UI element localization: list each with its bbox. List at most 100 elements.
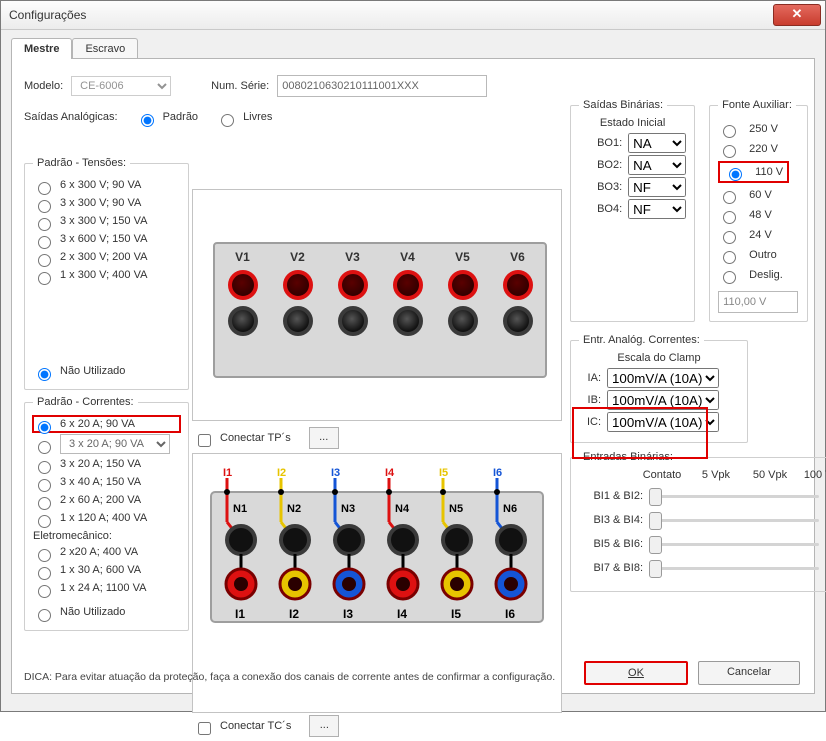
bo-row-3: BO4:NF: [579, 199, 686, 219]
radio-tensoes-nao-input[interactable]: [38, 368, 51, 381]
v-term-blk-3: [393, 306, 423, 336]
radio-correntes-4[interactable]: 2 x 60 A; 200 VA: [33, 492, 180, 508]
fonte-opt-3[interactable]: 60 V: [718, 187, 799, 203]
radio-correntes-5[interactable]: 1 x 120 A; 400 VA: [33, 510, 180, 526]
radio-correntes-2[interactable]: 3 x 20 A; 150 VA: [33, 456, 180, 472]
radio-em-0-input[interactable]: [38, 549, 51, 562]
tab-mestre[interactable]: Mestre: [11, 38, 72, 59]
v-label-0: V1: [235, 250, 250, 264]
radio-tensoes-0[interactable]: 6 x 300 V; 90 VA: [33, 177, 180, 193]
label-saidas-analogicas: Saídas Analógicas:: [24, 111, 118, 123]
radio-tensoes-nao[interactable]: Não Utilizado: [33, 363, 180, 379]
bin-row-label-3: BI7 & BI8:: [579, 562, 643, 574]
radio-em-1[interactable]: 1 x 30 A; 600 VA: [33, 562, 180, 578]
right-column: Saídas Binárias: Estado Inicial BO1:NABO…: [570, 93, 808, 598]
radio-livres-wrapper[interactable]: Livres: [216, 109, 272, 125]
radio-tensoes-3-input[interactable]: [38, 236, 51, 249]
svg-text:I2: I2: [277, 467, 286, 479]
v-term-blk-2: [338, 306, 368, 336]
config-window: Configurações ✕ Mestre Escravo Modelo: C…: [0, 0, 826, 712]
close-button[interactable]: ✕: [773, 4, 821, 26]
select-modelo[interactable]: CE-6006: [71, 76, 171, 96]
radio-tensoes-3[interactable]: 3 x 600 V; 150 VA: [33, 231, 180, 247]
bin-slider-0[interactable]: [649, 487, 819, 505]
radio-correntes-5-input[interactable]: [38, 515, 51, 528]
fonte-radio-6[interactable]: [723, 251, 736, 264]
fonte-radio-0[interactable]: [723, 125, 736, 138]
left-column: Padrão - Tensões: 6 x 300 V; 90 VA3 x 30…: [24, 151, 189, 637]
fonte-opt-2[interactable]: 110 V: [718, 161, 799, 183]
bin-slider-3[interactable]: [649, 559, 819, 577]
radio-correntes-3[interactable]: 3 x 40 A; 150 VA: [33, 474, 180, 490]
fonte-opt-4[interactable]: 48 V: [718, 207, 799, 223]
fonte-opt-0[interactable]: 250 V: [718, 121, 799, 137]
radio-padrao-wrapper[interactable]: Padrão: [136, 109, 198, 125]
bo-select-3[interactable]: NF: [628, 199, 686, 219]
input-fonte-value[interactable]: [718, 291, 798, 313]
bin-col-1: 5 Vpk: [693, 469, 739, 481]
radio-em-1-input[interactable]: [38, 567, 51, 580]
fonte-opt-1[interactable]: 220 V: [718, 141, 799, 157]
ok-button[interactable]: OK: [584, 661, 688, 685]
radio-padrao[interactable]: [141, 114, 154, 127]
fonte-opt-5[interactable]: 24 V: [718, 227, 799, 243]
radio-tensoes-1-input[interactable]: [38, 200, 51, 213]
select-correntes-1[interactable]: 3 x 20 A; 90 VA: [60, 434, 170, 454]
checkbox-conectar-tp[interactable]: [198, 434, 211, 447]
radio-correntes-1-input[interactable]: [38, 441, 51, 454]
bin-slider-1[interactable]: [649, 511, 819, 529]
bin-col-2: 50 Vpk: [747, 469, 793, 481]
radio-tensoes-0-input[interactable]: [38, 182, 51, 195]
svg-text:I2: I2: [289, 607, 299, 621]
radio-correntes-nao-input[interactable]: [38, 609, 51, 622]
radio-correntes-3-input[interactable]: [38, 479, 51, 492]
svg-text:I3: I3: [343, 607, 353, 621]
v-label-3: V4: [400, 250, 415, 264]
v-term-blk-4: [448, 306, 478, 336]
bo-select-0[interactable]: NA: [628, 133, 686, 153]
radio-tensoes-2-input[interactable]: [38, 218, 51, 231]
radio-em-0[interactable]: 2 x20 A; 400 VA: [33, 544, 180, 560]
label-modelo: Modelo:: [24, 80, 63, 92]
fonte-opt-7[interactable]: Deslig.: [718, 267, 799, 283]
radio-correntes-2-input[interactable]: [38, 461, 51, 474]
v-term-red-5: [503, 270, 533, 300]
label-conectar-tp: Conectar TP´s: [220, 432, 291, 444]
svg-text:I5: I5: [451, 607, 461, 621]
radio-em-2[interactable]: 1 x 24 A; 1100 VA: [33, 580, 180, 596]
v-term-blk-5: [503, 306, 533, 336]
bin-slider-2[interactable]: [649, 535, 819, 553]
radio-livres[interactable]: [221, 114, 234, 127]
radio-tensoes-4[interactable]: 2 x 300 V; 200 VA: [33, 249, 180, 265]
fonte-radio-2[interactable]: [729, 168, 742, 181]
radio-correntes-nao[interactable]: Não Utilizado: [33, 604, 180, 620]
radio-tensoes-2[interactable]: 3 x 300 V; 150 VA: [33, 213, 180, 229]
cancel-button[interactable]: Cancelar: [698, 661, 800, 685]
label-conectar-tc: Conectar TC´s: [220, 720, 291, 732]
input-num-serie[interactable]: [277, 75, 487, 97]
fonte-radio-5[interactable]: [723, 231, 736, 244]
radio-tensoes-5[interactable]: 1 x 300 V; 400 VA: [33, 267, 180, 283]
fonte-radio-3[interactable]: [723, 191, 736, 204]
fonte-radio-1[interactable]: [723, 145, 736, 158]
radio-tensoes-1[interactable]: 3 x 300 V; 90 VA: [33, 195, 180, 211]
bo-row-0: BO1:NA: [579, 133, 686, 153]
radio-correntes-1[interactable]: 3 x 20 A; 90 VA: [33, 434, 180, 454]
fonte-radio-4[interactable]: [723, 211, 736, 224]
checkbox-conectar-tc[interactable]: [198, 722, 211, 735]
radio-tensoes-4-input[interactable]: [38, 254, 51, 267]
button-tp-more[interactable]: ...: [309, 427, 339, 449]
radio-correntes-0-input[interactable]: [38, 421, 51, 434]
radio-em-2-input[interactable]: [38, 585, 51, 598]
bo-select-1[interactable]: NA: [628, 155, 686, 175]
middle-column: V1V2V3V4V5V6 Conectar TP´s ...: [192, 189, 562, 741]
bo-select-2[interactable]: NF: [628, 177, 686, 197]
radio-correntes-4-input[interactable]: [38, 497, 51, 510]
tab-escravo[interactable]: Escravo: [72, 38, 138, 59]
fonte-radio-7[interactable]: [723, 271, 736, 284]
radio-tensoes-5-input[interactable]: [38, 272, 51, 285]
entr-select-0[interactable]: 100mV/A (10A): [607, 368, 719, 388]
fonte-opt-6[interactable]: Outro: [718, 247, 799, 263]
button-tc-more[interactable]: ...: [309, 715, 339, 737]
radio-correntes-0[interactable]: 6 x 20 A; 90 VA: [33, 416, 180, 432]
